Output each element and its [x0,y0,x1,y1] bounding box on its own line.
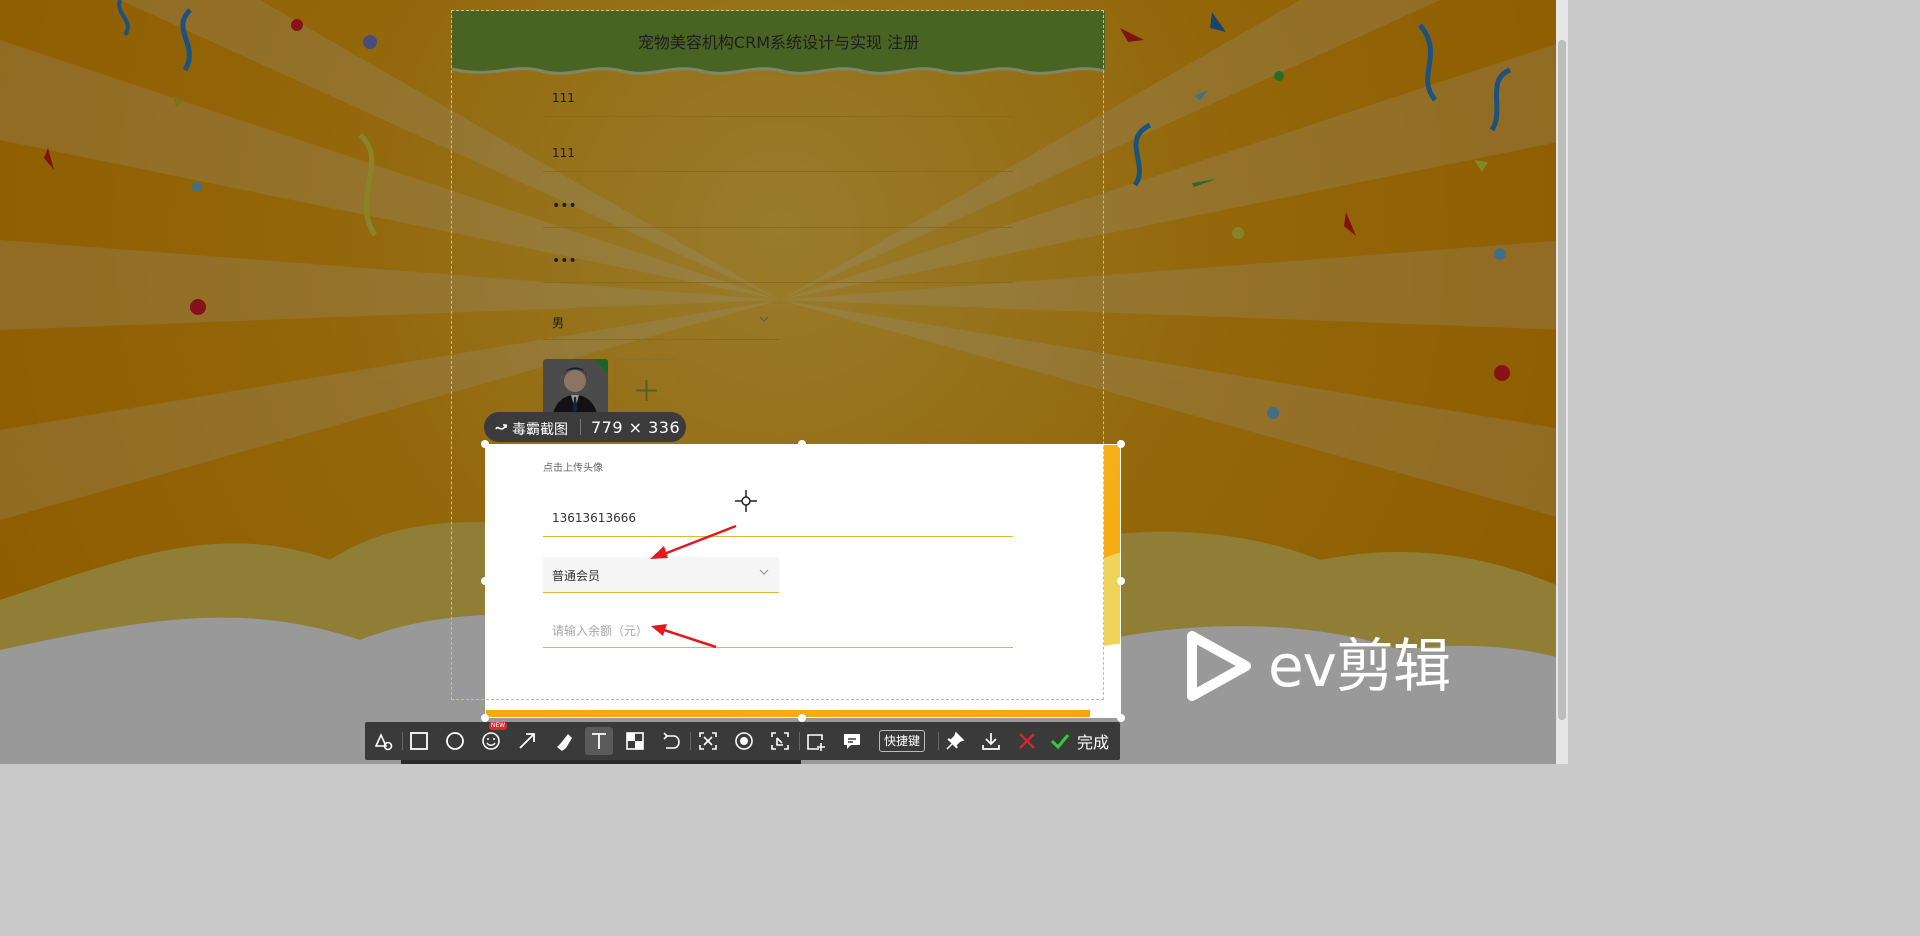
resize-handle-top-right[interactable] [1117,440,1125,448]
pin-button[interactable] [941,727,969,755]
scroll-capture-icon [771,732,789,750]
shortcut-keys-button[interactable]: 快捷键 [879,730,926,752]
rectangle-icon [410,732,428,750]
capture-size-label: 毒霸截图 779 × 336 [484,412,686,442]
resize-handle-bottom-left[interactable] [481,714,489,722]
undo-icon [663,732,680,749]
divider [690,732,691,750]
resize-handle-bottom[interactable] [798,714,806,722]
arrow-tool-button[interactable] [513,727,541,755]
add-to-board-button[interactable] [802,727,830,755]
scroll-capture-button[interactable] [766,727,794,755]
pin-icon [946,731,965,750]
finish-button[interactable]: 完成 [1049,726,1109,756]
mosaic-tool-button[interactable] [621,727,649,755]
resize-handle-left[interactable] [481,577,489,585]
shapes-icon [374,733,393,751]
resize-handle-bottom-right[interactable] [1117,714,1125,722]
resize-handle-top[interactable] [798,440,806,448]
save-button[interactable] [977,727,1005,755]
circle-icon [446,732,464,750]
marker-tool-button[interactable] [549,727,577,755]
comment-icon [844,734,860,749]
ellipse-tool-button[interactable] [441,727,469,755]
divider [799,732,800,750]
finish-label: 完成 [1077,733,1110,752]
comment-button[interactable] [838,727,866,755]
ocr-text-icon [699,732,717,750]
new-badge: NEW [489,722,507,730]
ev-watermark: ev剪辑 [1184,630,1494,704]
capture-app-brand: 毒霸截图 [494,419,568,439]
arrow-icon [519,733,535,749]
capture-toolbar: NEW 快捷键 完成 [365,722,1120,760]
text-icon [592,733,606,749]
divider [938,732,939,750]
add-frame-icon [807,734,825,751]
record-icon [735,732,753,750]
mosaic-icon [626,732,644,750]
check-icon [1050,734,1070,750]
undo-button[interactable] [657,727,685,755]
download-icon [982,733,1000,750]
screen: 宠物美容机构CRM系统设计与实现 注册 111 111 ••• ••• 男 点击… [0,0,1568,764]
rectangle-tool-button[interactable] [405,727,433,755]
close-icon [1019,733,1035,749]
record-button[interactable] [730,727,758,755]
capture-selection-border[interactable] [485,444,1121,718]
divider [580,419,581,435]
page-scrollbar[interactable] [1556,0,1568,764]
duba-logo-icon [495,424,507,430]
capture-app-name: 毒霸截图 [512,422,568,438]
resize-handle-top-left[interactable] [481,440,489,448]
text-tool-button[interactable] [585,727,613,755]
resize-handle-right[interactable] [1117,577,1125,585]
ocr-tool-button[interactable] [694,727,722,755]
scrollbar-thumb[interactable] [1558,40,1566,720]
color-swatch-strip [401,760,801,764]
shape-tool-button[interactable] [369,727,397,755]
emoji-tool-button[interactable] [477,727,505,755]
watermark-text: ev剪辑 [1268,632,1451,700]
cancel-button[interactable] [1013,727,1041,755]
marker-icon [557,734,572,751]
selection-size-readout: 779 × 336 [591,418,681,437]
emoji-icon [482,732,500,750]
divider [402,732,403,750]
ev-play-logo-icon [1187,631,1251,701]
